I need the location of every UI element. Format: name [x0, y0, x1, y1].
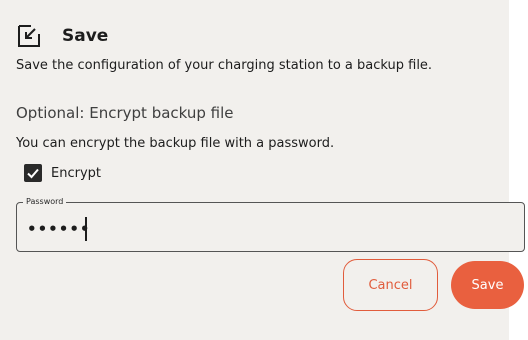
cancel-button[interactable]: Cancel — [343, 259, 438, 311]
encrypt-section-heading: Optional: Encrypt backup file — [16, 104, 234, 122]
save-dialog: Save Save the configuration of your char… — [0, 0, 525, 340]
encrypt-checkbox-label: Encrypt — [51, 165, 101, 181]
dialog-title: Save — [62, 26, 109, 46]
dialog-subtitle: Save the configuration of your charging … — [16, 58, 433, 73]
password-field[interactable]: Password •••••• — [16, 196, 525, 252]
password-value: •••••• — [27, 220, 91, 238]
save-button[interactable]: Save — [451, 261, 524, 309]
encrypt-section-description: You can encrypt the backup file with a p… — [16, 136, 335, 151]
save-to-file-icon — [18, 25, 40, 47]
dialog-header: Save — [16, 22, 108, 50]
password-label: Password — [23, 196, 67, 208]
encrypt-checkbox[interactable] — [24, 164, 42, 182]
checkmark-icon — [27, 168, 39, 179]
text-caret — [85, 217, 87, 241]
encrypt-checkbox-row[interactable]: Encrypt — [24, 164, 101, 182]
